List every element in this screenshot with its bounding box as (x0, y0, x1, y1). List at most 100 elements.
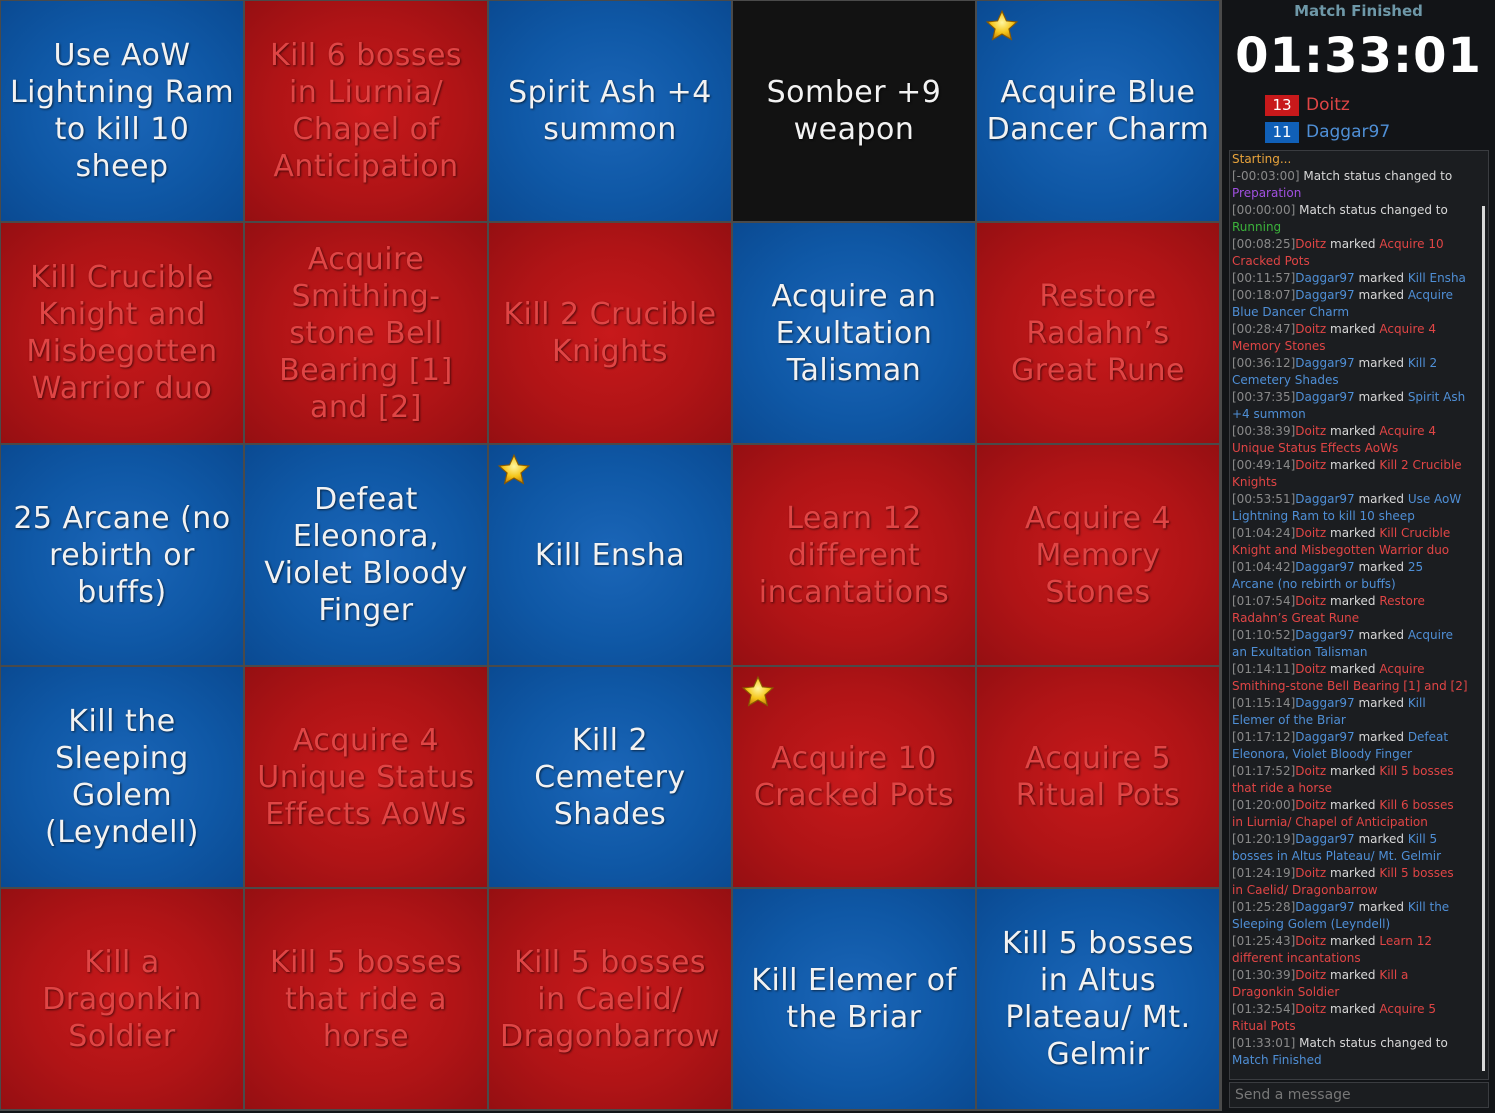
chat-text: Match status changed to (1299, 1036, 1448, 1050)
bingo-cell[interactable]: Kill the Sleeping Golem (Leyndell) (1, 667, 243, 887)
chat-player: Doitz (1295, 934, 1327, 948)
chat-text: Match status changed to (1299, 203, 1448, 217)
chat-message: [01:33:01] Match status changed to Match… (1232, 1035, 1468, 1069)
chat-message: [01:15:14]Daggar97 marked Kill Elemer of… (1232, 695, 1468, 729)
chat-timestamp: [01:25:43] (1232, 934, 1296, 948)
bingo-cell[interactable]: Acquire 10 Cracked Pots (733, 667, 975, 887)
bingo-cell-label: Kill 2 Cemetery Shades (534, 722, 686, 832)
chat-text: marked (1330, 526, 1376, 540)
bingo-cell-label: Kill 5 bosses in Caelid/ Dragonbarrow (499, 944, 721, 1054)
chat-status-value: Match Finished (1232, 1053, 1322, 1067)
bingo-cell[interactable]: Somber +9 weapon (733, 1, 975, 221)
chat-message: [00:18:07]Daggar97 marked Acquire Blue D… (1232, 287, 1468, 321)
bingo-cell-label: Acquire an Exultation Talisman (771, 278, 937, 388)
bingo-cell[interactable]: Kill 5 bosses in Altus Plateau/ Mt. Gelm… (977, 889, 1219, 1109)
bingo-cell-label: Learn 12 different incantations (758, 500, 950, 610)
chat-player: Doitz (1295, 1002, 1327, 1016)
chat-goal: Kill Ensha (1407, 271, 1466, 285)
bingo-cell[interactable]: Kill 5 bosses in Caelid/ Dragonbarrow (489, 889, 731, 1109)
sidebar: Match Finished 01:33:01 13 Doitz 11 Dagg… (1222, 0, 1495, 1113)
chat-player: Doitz (1295, 662, 1327, 676)
chat-timestamp: [01:20:19] (1232, 832, 1296, 846)
chat-timestamp: [01:33:01] (1232, 1036, 1296, 1050)
chat-player: Doitz (1295, 866, 1327, 880)
chat-player: Doitz (1295, 594, 1327, 608)
chat-timestamp: [01:25:28] (1232, 900, 1296, 914)
chat-timestamp: [-00:03:00] (1232, 169, 1300, 183)
chat-player: Daggar97 (1295, 730, 1355, 744)
bingo-cell[interactable]: Kill Ensha (489, 445, 731, 665)
bingo-cell[interactable]: Defeat Eleonora, Violet Bloody Finger (245, 445, 487, 665)
chat-message: [01:17:12]Daggar97 marked Defeat Eleonor… (1232, 729, 1468, 763)
chat-scrollbar[interactable] (1482, 206, 1485, 1071)
chat-player: Daggar97 (1295, 356, 1355, 370)
chat-log-panel[interactable]: Starting... [-00:03:00] Match status cha… (1229, 150, 1489, 1080)
chat-message: [01:04:24]Doitz marked Kill Crucible Kni… (1232, 525, 1468, 559)
chat-text: marked (1330, 866, 1376, 880)
bingo-cell[interactable]: Kill Elemer of the Briar (733, 889, 975, 1109)
chat-message: [01:32:54]Doitz marked Acquire 5 Ritual … (1232, 1001, 1468, 1035)
match-timer: 01:33:01 (1235, 28, 1482, 84)
chat-text: marked (1358, 390, 1404, 404)
chat-text: marked (1330, 1002, 1376, 1016)
chat-player: Daggar97 (1295, 900, 1355, 914)
chat-player: Daggar97 (1295, 628, 1355, 642)
chat-timestamp: [00:11:57] (1232, 271, 1296, 285)
chat-player: Daggar97 (1295, 560, 1355, 574)
bingo-cell[interactable]: Acquire 5 Ritual Pots (977, 667, 1219, 887)
bingo-cell[interactable]: Kill 2 Cemetery Shades (489, 667, 731, 887)
chat-player: Daggar97 (1295, 696, 1355, 710)
bingo-cell[interactable]: Kill Crucible Knight and Misbegotten War… (1, 223, 243, 443)
chat-text: marked (1330, 798, 1376, 812)
bingo-cell[interactable]: Kill 6 bosses in Liurnia/ Chapel of Anti… (245, 1, 487, 221)
bingo-cell[interactable]: Acquire Blue Dancer Charm (977, 1, 1219, 221)
bingo-board: Use AoW Lightning Ram to kill 10 sheep Ki… (0, 0, 1222, 1111)
bingo-cell[interactable]: Use AoW Lightning Ram to kill 10 sheep (1, 1, 243, 221)
bingo-cell[interactable]: Acquire 4 Unique Status Effects AoWs (245, 667, 487, 887)
bingo-cell[interactable]: Acquire 4 Memory Stones (977, 445, 1219, 665)
bingo-cell[interactable]: Kill a Dragonkin Soldier (1, 889, 243, 1109)
star-icon (741, 675, 775, 709)
bingo-cell[interactable]: Acquire an Exultation Talisman (733, 223, 975, 443)
bingo-cell-label: Somber +9 weapon (766, 75, 942, 147)
chat-text: marked (1358, 832, 1404, 846)
chat-player: Daggar97 (1295, 492, 1355, 506)
chat-player: Doitz (1295, 526, 1327, 540)
chat-text: marked (1358, 271, 1404, 285)
chat-status-value: Preparation (1232, 186, 1302, 200)
bingo-cell[interactable]: 25 Arcane (no rebirth or buffs) (1, 445, 243, 665)
chat-message-input[interactable] (1229, 1082, 1489, 1108)
bingo-cell-label: Spirit Ash +4 summon (508, 75, 712, 147)
chat-timestamp: [00:36:12] (1232, 356, 1296, 370)
bingo-cell-label: Acquire 4 Unique Status Effects AoWs (257, 722, 475, 832)
bingo-cell-label: Kill the Sleeping Golem (Leyndell) (45, 704, 199, 850)
chat-timestamp: [01:20:00] (1232, 798, 1296, 812)
chat-timestamp: [00:08:25] (1232, 237, 1296, 251)
chat-timestamp: [01:15:14] (1232, 696, 1296, 710)
chat-text: marked (1358, 356, 1404, 370)
chat-message: [00:49:14]Doitz marked Kill 2 Crucible K… (1232, 457, 1468, 491)
chat-text: marked (1358, 696, 1404, 710)
bingo-cell[interactable]: Kill 5 bosses that ride a horse (245, 889, 487, 1109)
bingo-cell-label: Kill 6 bosses in Liurnia/ Chapel of Anti… (269, 38, 463, 184)
bingo-cell[interactable]: Acquire Smithing-stone Bell Bearing [1] … (245, 223, 487, 443)
chat-text: marked (1330, 458, 1376, 472)
bingo-cell-label: Acquire Smithing-stone Bell Bearing [1] … (279, 241, 453, 425)
bingo-cell-label: Restore Radahn’s Great Rune (1010, 278, 1186, 388)
bingo-cell-label: Acquire 4 Memory Stones (1024, 500, 1172, 610)
chat-timestamp: [01:14:11] (1232, 662, 1296, 676)
bingo-cell[interactable]: Spirit Ash +4 summon (489, 1, 731, 221)
bingo-cell-label: 25 Arcane (no rebirth or buffs) (13, 500, 231, 610)
chat-text: marked (1358, 560, 1404, 574)
chat-text: marked (1330, 322, 1376, 336)
bingo-cell[interactable]: Learn 12 different incantations (733, 445, 975, 665)
chat-player: Daggar97 (1295, 288, 1355, 302)
bingo-cell[interactable]: Restore Radahn’s Great Rune (977, 223, 1219, 443)
star-icon (985, 9, 1019, 43)
chat-timestamp: [01:10:52] (1232, 628, 1296, 642)
chat-text: marked (1358, 628, 1404, 642)
chat-player: Doitz (1295, 764, 1327, 778)
bingo-cell[interactable]: Kill 2 Crucible Knights (489, 223, 731, 443)
chat-message: [00:11:57]Daggar97 marked Kill Ensha (1232, 270, 1468, 287)
chat-text: marked (1330, 934, 1376, 948)
